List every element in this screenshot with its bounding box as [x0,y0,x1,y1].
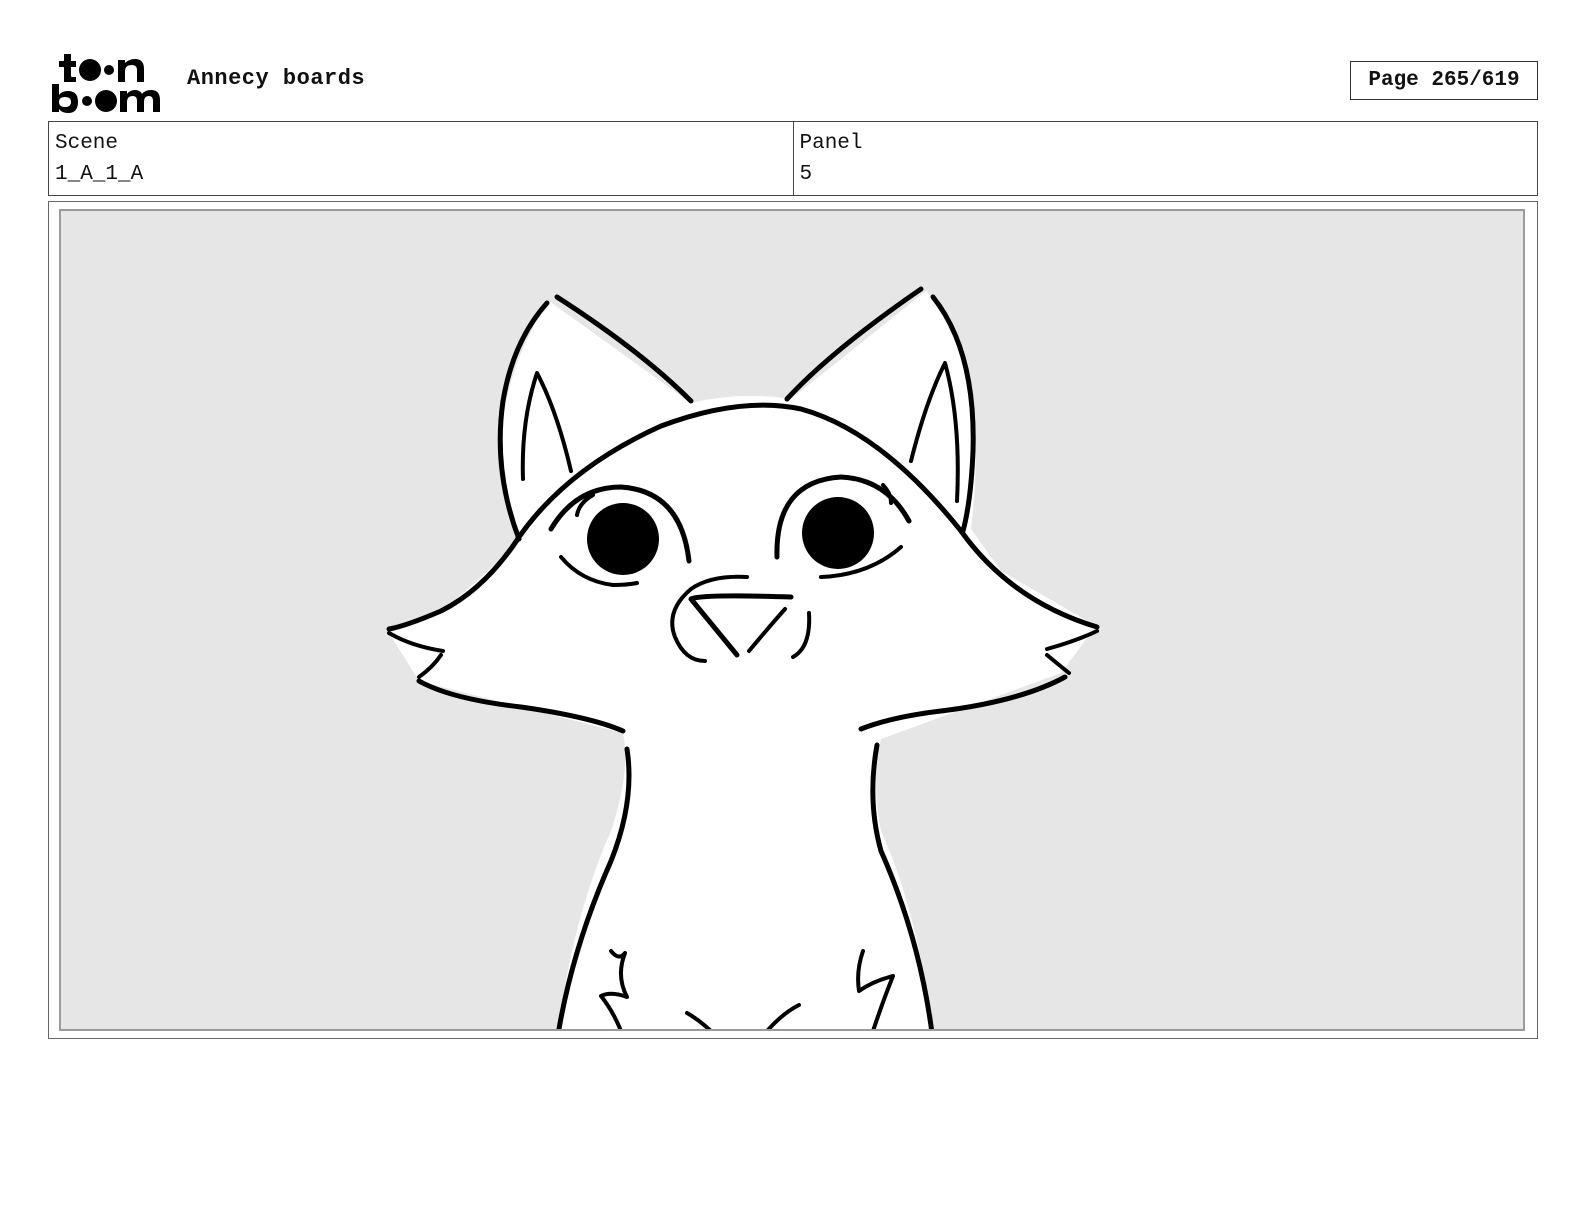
panel-cell: Panel 5 [792,122,1538,195]
cat-right-pupil [802,497,874,569]
page-indicator: Page 265/619 [1350,61,1538,100]
panel-frame [48,201,1538,1039]
cat-sketch-drawing [386,286,1100,1029]
toon-boom-logo [52,54,160,113]
cat-body-fill [389,291,1096,1029]
scene-label: Scene [55,132,119,155]
scene-cell: Scene 1_A_1_A [49,122,793,195]
panel-label: Panel [799,132,863,155]
storyboard-panel-canvas[interactable] [59,209,1525,1031]
scene-value: 1_A_1_A [55,163,144,186]
scene-panel-info: Scene 1_A_1_A Panel 5 [48,121,1538,196]
panel-value: 5 [799,163,813,186]
project-title: Annecy boards [187,66,366,91]
cat-left-pupil [587,503,659,575]
